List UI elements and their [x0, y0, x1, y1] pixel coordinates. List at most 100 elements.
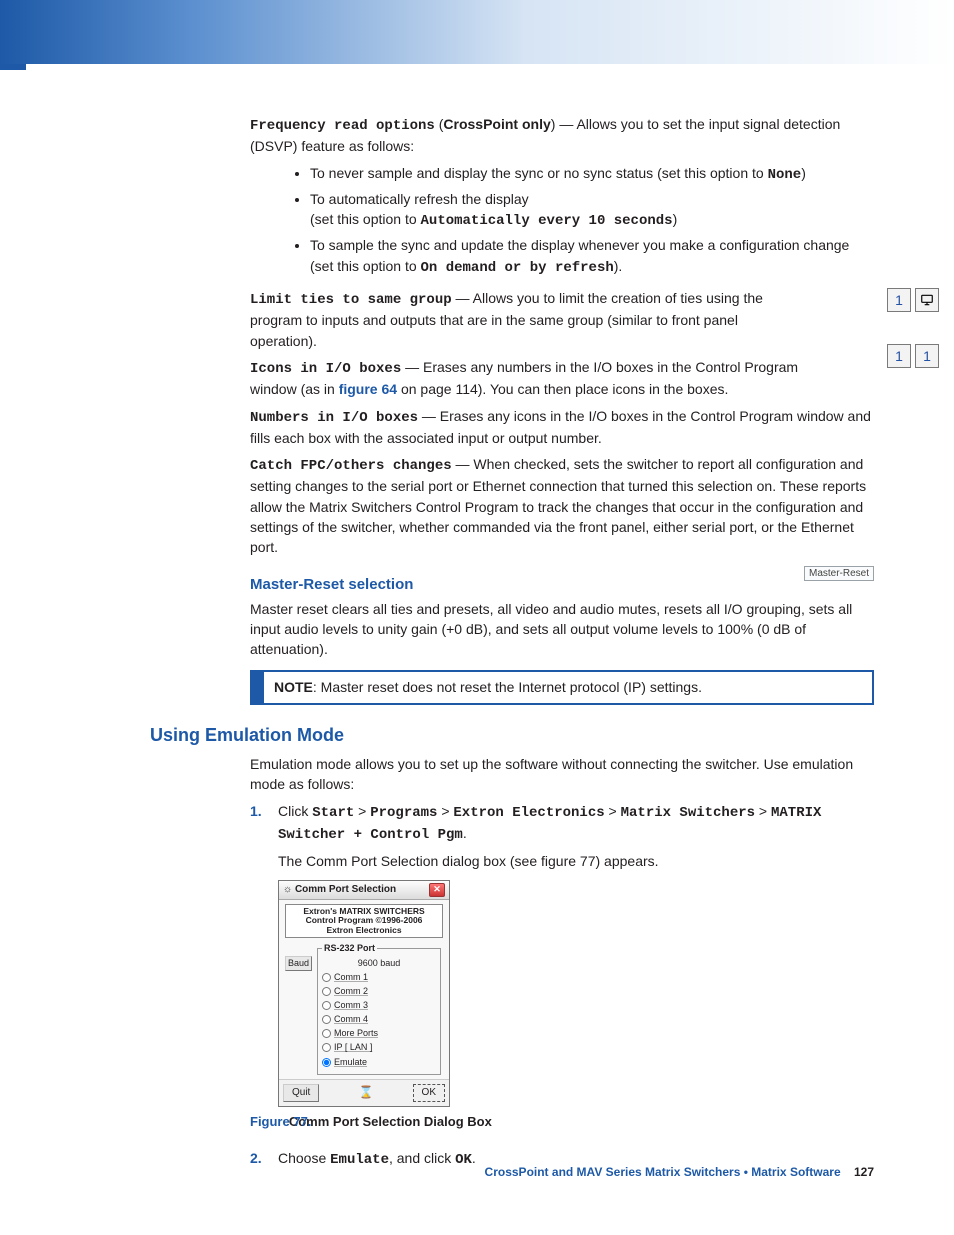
- icons-io-label: Icons in I/O boxes: [250, 361, 401, 377]
- radio-label: Comm 4: [334, 1013, 368, 1026]
- close-icon[interactable]: ✕: [429, 883, 445, 897]
- path-seg: Programs: [370, 805, 437, 821]
- step-1-after: The Comm Port Selection dialog box (see …: [278, 851, 874, 871]
- master-reset-desc: Master reset clears all ties and presets…: [250, 599, 874, 660]
- figure-caption: Figure 77. Comm Port Selection Dialog Bo…: [278, 1113, 874, 1132]
- radio-ip-lan[interactable]: IP [ LAN ]: [322, 1041, 436, 1054]
- hourglass-icon: ⌛: [358, 1084, 373, 1103]
- dialog-title-label: Comm Port Selection: [295, 884, 396, 895]
- page: Frequency read options (CrossPoint only)…: [0, 0, 954, 1235]
- rs232-legend: RS-232 Port: [322, 942, 377, 955]
- freq-options-label: Frequency read options: [250, 118, 435, 134]
- main-column: Frequency read options (CrossPoint only)…: [250, 114, 874, 1170]
- radio-comm4[interactable]: Comm 4: [322, 1013, 436, 1026]
- radio-comm2[interactable]: Comm 2: [322, 985, 436, 998]
- number-badge: 1: [887, 288, 911, 312]
- freq-options-list: To never sample and display the sync or …: [250, 163, 874, 278]
- numbers-io-label: Numbers in I/O boxes: [250, 410, 418, 426]
- step-1: 1. Click Start > Programs > Extron Elect…: [278, 801, 874, 1132]
- bullet-mono: None: [768, 167, 802, 183]
- radio-more-ports[interactable]: More Ports: [322, 1027, 436, 1040]
- dialog-buttons: Quit ⌛ OK: [279, 1079, 449, 1107]
- emulation-intro: Emulation mode allows you to set up the …: [250, 754, 874, 795]
- number-badge: 1: [887, 344, 911, 368]
- radio-label: Emulate: [334, 1056, 367, 1069]
- footer: CrossPoint and MAV Series Matrix Switche…: [485, 1165, 874, 1179]
- bullet-text: To never sample and display the sync or …: [310, 165, 768, 181]
- radio-comm1[interactable]: Comm 1: [322, 971, 436, 984]
- path-seg: Extron Electronics: [453, 805, 604, 821]
- monitor-icon: [915, 288, 939, 312]
- figure-link[interactable]: figure 64: [339, 381, 397, 397]
- path-sep: >: [605, 803, 621, 819]
- numbers-io-def: Numbers in I/O boxes — Erases any icons …: [250, 406, 874, 449]
- limit-ties-label: Limit ties to same group: [250, 292, 452, 308]
- step-num: 1.: [250, 801, 262, 821]
- radio-label: Comm 1: [334, 971, 368, 984]
- icons-io-def: Icons in I/O boxes — Erases any numbers …: [250, 357, 874, 400]
- step-mid: , and click: [389, 1150, 455, 1166]
- catch-fpc-def: Catch FPC/others changes — When checked,…: [250, 454, 874, 557]
- path-sep: >: [755, 803, 771, 819]
- bullet-line2-pre: (set this option to: [310, 211, 421, 227]
- list-item: To never sample and display the sync or …: [310, 163, 874, 185]
- header-gradient: [0, 0, 954, 64]
- dialog-body: Extron's MATRIX SWITCHERS Control Progra…: [279, 900, 449, 1078]
- radio-label: Comm 3: [334, 999, 368, 1012]
- baud-button[interactable]: Baud: [285, 956, 312, 971]
- radio-label: More Ports: [334, 1027, 378, 1040]
- icon-pair: 1: [883, 288, 939, 312]
- list-item: To sample the sync and update the displa…: [310, 235, 874, 278]
- path-sep: >: [437, 803, 453, 819]
- radio-emulate[interactable]: Emulate: [322, 1056, 436, 1069]
- step-pre: Choose: [278, 1150, 330, 1166]
- bullet-post: ).: [614, 258, 623, 274]
- master-reset-badge[interactable]: Master-Reset: [804, 566, 874, 581]
- baud-line: 9600 baud: [322, 957, 436, 970]
- baud-column: Baud: [285, 942, 315, 1074]
- step-mono: OK: [455, 1152, 472, 1168]
- left-accent-bar: [0, 64, 26, 70]
- ok-button[interactable]: OK: [413, 1084, 445, 1103]
- radio-label: Comm 2: [334, 985, 368, 998]
- dialog-titlebar: ☼ Comm Port Selection ✕: [279, 881, 449, 901]
- bullet-mono: On demand or by refresh: [421, 260, 614, 276]
- comm-port-dialog: ☼ Comm Port Selection ✕ Extron's MATRIX …: [278, 880, 450, 1107]
- number-badge: 1: [915, 344, 939, 368]
- icons-io-icon-group: 1 1: [883, 344, 939, 368]
- page-number: 127: [854, 1165, 874, 1179]
- master-reset-heading: Master-Reset selection: [250, 576, 874, 593]
- path-seg: Matrix Switchers: [621, 805, 755, 821]
- rs232-group: RS-232 Port 9600 baud Comm 1 Comm 2 Comm…: [317, 942, 441, 1074]
- bullet-text: To automatically refresh the display: [310, 191, 529, 207]
- freq-options-paren: CrossPoint only: [443, 116, 550, 132]
- icons-io-desc-post: on page 114). You can then place icons i…: [397, 381, 728, 397]
- content-area: Frequency read options (CrossPoint only)…: [0, 64, 954, 1170]
- defs-with-icons: 1 1 1 Limit ties to same group — Allows …: [250, 288, 874, 558]
- freq-options-def: Frequency read options (CrossPoint only)…: [250, 114, 874, 157]
- figure-number: Figure 77.: [250, 1113, 311, 1132]
- emulation-steps: 1. Click Start > Programs > Extron Elect…: [250, 801, 874, 1170]
- radio-label: IP [ LAN ]: [334, 1041, 372, 1054]
- footer-text: CrossPoint and MAV Series Matrix Switche…: [485, 1165, 841, 1179]
- dialog-main: Baud RS-232 Port 9600 baud Comm 1 Comm 2…: [285, 942, 443, 1074]
- catch-fpc-label: Catch FPC/others changes: [250, 458, 452, 474]
- list-item: To automatically refresh the display (se…: [310, 189, 874, 232]
- quit-button[interactable]: Quit: [283, 1084, 319, 1103]
- banner-line3: Extron Electronics: [288, 926, 440, 935]
- dialog-banner: Extron's MATRIX SWITCHERS Control Progra…: [285, 904, 443, 938]
- note-label: NOTE: [274, 679, 313, 695]
- radio-comm3[interactable]: Comm 3: [322, 999, 436, 1012]
- path-sep: >: [354, 803, 370, 819]
- limit-ties-icon-group: 1: [883, 288, 939, 312]
- path-seg: Start: [312, 805, 354, 821]
- bullet-mono: Automatically every 10 seconds: [421, 213, 673, 229]
- icon-pair: 1 1: [883, 344, 939, 368]
- bullet-post: ): [801, 165, 806, 181]
- dialog-title-text: ☼ Comm Port Selection: [283, 883, 396, 898]
- bullet-line2-post: ): [673, 211, 678, 227]
- step-num: 2.: [250, 1148, 262, 1168]
- emulation-heading: Using Emulation Mode: [150, 725, 874, 746]
- note-text: : Master reset does not reset the Intern…: [313, 679, 702, 695]
- step-pre: Click: [278, 803, 312, 819]
